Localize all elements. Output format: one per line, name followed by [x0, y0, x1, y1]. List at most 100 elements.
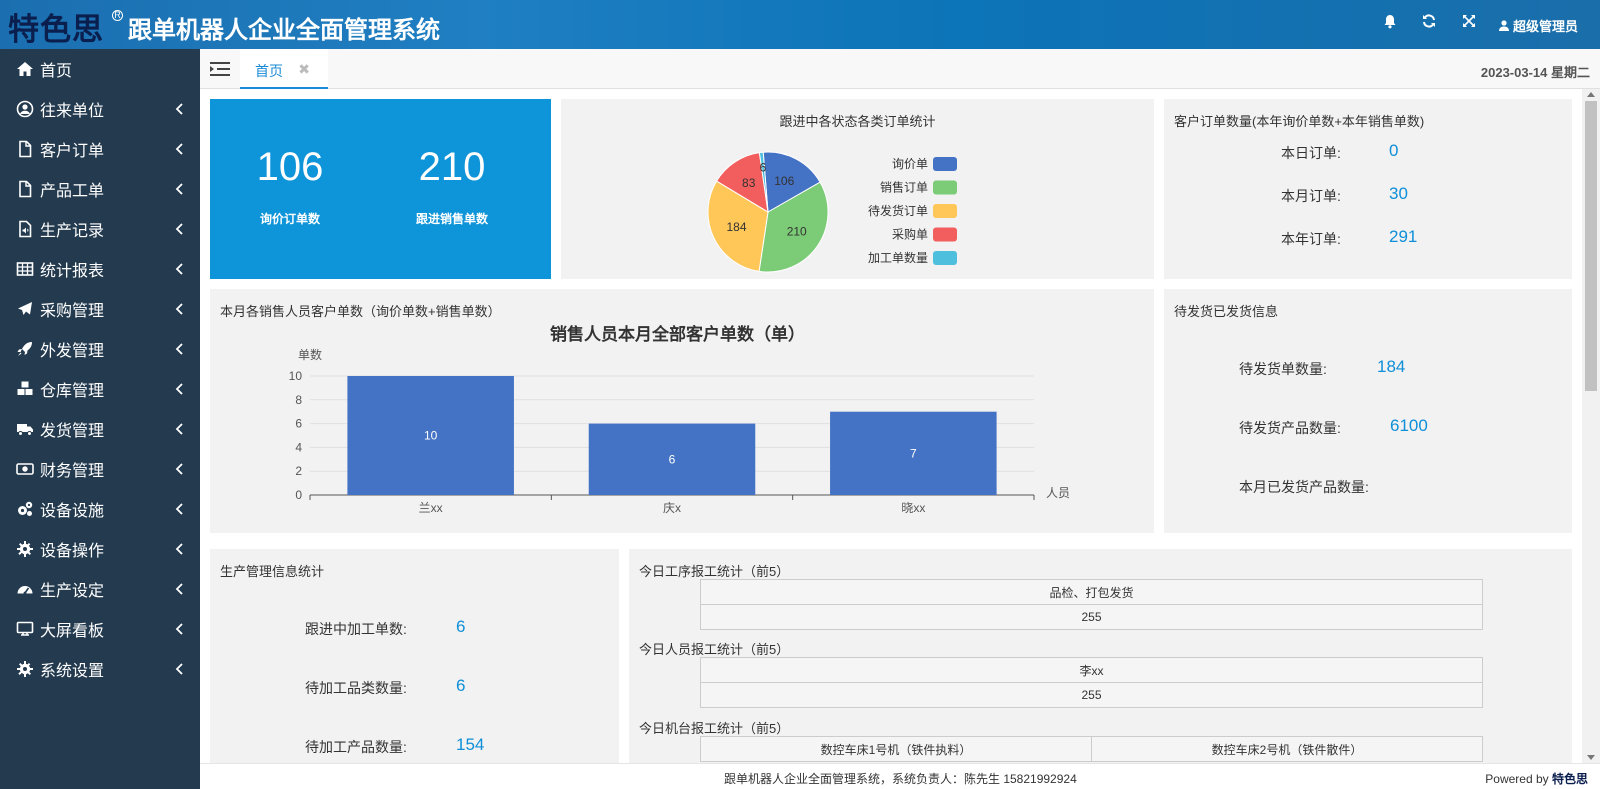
close-icon[interactable]: ✖	[298, 61, 310, 78]
sidebar-item-9[interactable]: 发货管理	[0, 409, 200, 449]
rocket-icon	[16, 340, 34, 358]
year-orders-value: 291	[1389, 227, 1418, 246]
legend-label-1: 销售订单	[880, 180, 928, 195]
processing-orders-value: 6	[456, 617, 466, 636]
tab-home[interactable]: 首页 ✖	[240, 49, 328, 89]
bell-icon[interactable]	[1381, 14, 1399, 32]
user-menu[interactable]: 超级管理员	[1499, 16, 1578, 35]
sidebar-item-13[interactable]: 生产设定	[0, 569, 200, 609]
scroll-down-icon[interactable]	[1587, 755, 1595, 760]
chevron-left-icon	[172, 661, 188, 677]
sidebar-item-label: 发货管理	[40, 423, 105, 440]
sales-label: 跟进销售单数	[415, 212, 488, 226]
sidebar-item-4[interactable]: 生产记录	[0, 209, 200, 249]
scrollbar-thumb[interactable]	[1585, 101, 1597, 391]
legend-swatch-1[interactable]	[933, 180, 957, 195]
powered-by: Powered by 特色思	[1485, 770, 1588, 787]
sidebar-item-12[interactable]: 设备操作	[0, 529, 200, 569]
pie-data-label-0: 106	[774, 174, 794, 188]
production-panel: 生产管理信息统计 跟进中加工单数: 6 待加工品类数量: 6 待加工产品数量: …	[210, 549, 619, 763]
file-icon	[16, 140, 34, 158]
machine-report-table: 数控车床1号机（铁件执料） 数控车床2号机（铁件散件）	[700, 736, 1483, 762]
month-orders-value: 30	[1389, 184, 1408, 203]
tab-home-label: 首页	[255, 63, 283, 79]
production-title: 生产管理信息统计	[220, 564, 325, 579]
sidebar-item-6[interactable]: 采购管理	[0, 289, 200, 329]
sidebar-item-15[interactable]: 系统设置	[0, 649, 200, 689]
pending-ship-products-label: 待发货产品数量:	[1239, 420, 1341, 436]
sidebar-item-label: 客户订单	[40, 143, 105, 160]
pie-data-label-1: 210	[787, 225, 807, 239]
page-scrollbar[interactable]	[1582, 89, 1600, 763]
sidebar-item-14[interactable]: 大屏看板	[0, 609, 200, 649]
sidebar-item-10[interactable]: 财务管理	[0, 449, 200, 489]
chevron-left-icon	[172, 381, 188, 397]
sidebar-item-3[interactable]: 产品工单	[0, 169, 200, 209]
person-report-table: 李xx 255	[700, 657, 1483, 708]
y-tick-label-2: 4	[295, 440, 302, 454]
chevron-left-icon	[172, 181, 188, 197]
order-summary-card: 106 询价订单数 210 跟进销售单数	[210, 99, 551, 279]
person-report-value: 255	[700, 682, 1483, 708]
sidebar-item-label: 外发管理	[40, 343, 105, 360]
sidebar-item-label: 财务管理	[40, 463, 105, 480]
process-report-value: 255	[700, 604, 1483, 630]
legend-swatch-0[interactable]	[933, 157, 957, 171]
legend-swatch-4[interactable]	[933, 251, 957, 265]
powered-label: Powered by	[1485, 772, 1549, 786]
sidebar-item-label: 首页	[40, 63, 73, 80]
chevron-left-icon	[172, 301, 188, 317]
year-orders-label: 本年订单:	[1281, 231, 1341, 247]
sidebar-item-label: 设备设施	[40, 503, 105, 520]
sidebar-item-label: 往来单位	[40, 103, 105, 120]
fullscreen-icon[interactable]	[1460, 14, 1478, 32]
x-tick-label-1: 庆x	[663, 501, 681, 515]
sidebar-item-label: 仓库管理	[40, 383, 105, 400]
sidebar-item-8[interactable]: 仓库管理	[0, 369, 200, 409]
legend-swatch-3[interactable]	[933, 227, 957, 242]
y-tick-label-5: 10	[289, 369, 303, 383]
tab-bar: 首页 ✖ 2023-03-14 星期二	[200, 49, 1600, 89]
person-report-title: 今日人员报工统计（前5）	[639, 642, 790, 657]
pending-categories-label: 待加工品类数量:	[305, 680, 407, 696]
y-tick-label-4: 8	[295, 393, 302, 407]
sidebar-item-11[interactable]: 设备设施	[0, 489, 200, 529]
bar-value-label-2: 7	[910, 446, 917, 460]
scroll-up-icon[interactable]	[1587, 92, 1595, 97]
cubes-icon	[16, 380, 34, 398]
sales-staff-panel: 本月各销售人员客户单数（询价单数+销售单数） 销售人员本月全部客户单数（单） 0…	[210, 289, 1154, 533]
sidebar: 首页往来单位客户订单产品工单 生产记录统计报表采购管理外发管理仓库管理发货管理财务…	[0, 49, 200, 789]
legend-label-0: 询价单	[892, 157, 928, 171]
registered-mark: R	[112, 10, 123, 21]
top-bar: 特色思 R 跟单机器人企业全面管理系统 超级管理员	[0, 0, 1600, 49]
bar-value-label-1: 6	[669, 452, 676, 466]
chevron-left-icon	[172, 461, 188, 477]
legend-label-2: 待发货订单	[868, 203, 928, 218]
shipping-panel: 待发货已发货信息 待发货单数量: 184 待发货产品数量: 6100 本月已发货…	[1164, 289, 1572, 533]
legend-swatch-2[interactable]	[933, 204, 957, 218]
sidebar-item-2[interactable]: 客户订单	[0, 129, 200, 169]
menu-toggle-icon[interactable]	[210, 61, 230, 77]
pie-data-label-2: 184	[726, 220, 746, 234]
sidebar-item-7[interactable]: 外发管理	[0, 329, 200, 369]
pending-ship-orders-label: 待发货单数量:	[1239, 361, 1327, 377]
x-axis-label: 人员	[1046, 486, 1070, 500]
machine-report-header-1: 数控车床1号机（铁件执料）	[700, 736, 1092, 762]
y-tick-label-3: 6	[295, 417, 302, 431]
system-title: 跟单机器人企业全面管理系统	[128, 17, 440, 44]
footer-text: 跟单机器人企业全面管理系统，系统负责人：陈先生 15821992924	[724, 772, 1077, 786]
sidebar-item-0[interactable]: 首页	[0, 49, 200, 89]
sidebar-item-label: 统计报表	[40, 263, 105, 280]
truck-icon	[16, 420, 34, 438]
customer-orders-title: 客户订单数量(本年询价单数+本年销售单数)	[1174, 114, 1425, 129]
chevron-left-icon	[172, 141, 188, 157]
refresh-icon[interactable]	[1420, 14, 1438, 32]
person-report-header: 李xx	[700, 657, 1483, 683]
sidebar-item-label: 大屏看板	[40, 623, 105, 640]
desktop-icon	[16, 620, 34, 638]
sidebar-item-5[interactable]: 统计报表	[0, 249, 200, 289]
pie-chart: 106 210 184 83 6 询价单销售订单待发货订单采购单加工单数量	[707, 151, 957, 273]
chevron-left-icon	[172, 421, 188, 437]
cogs-icon	[16, 500, 34, 518]
sidebar-item-1[interactable]: 往来单位	[0, 89, 200, 129]
